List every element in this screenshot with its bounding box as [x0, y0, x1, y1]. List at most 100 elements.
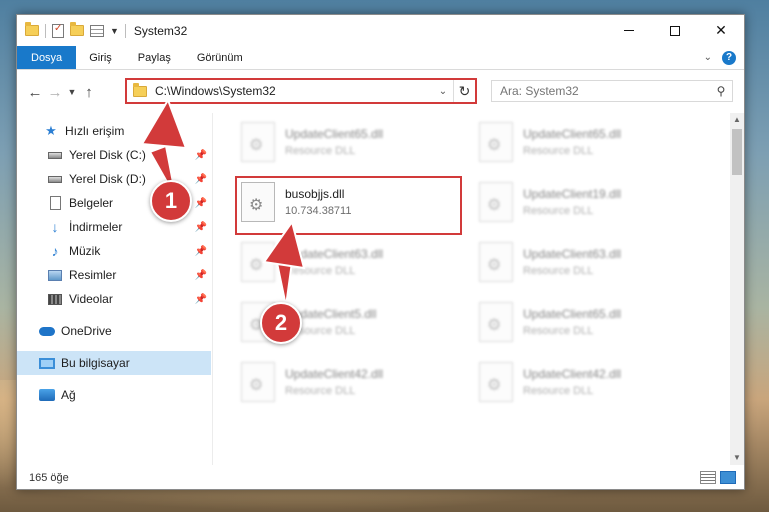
- help-icon[interactable]: ?: [722, 50, 736, 65]
- sidebar-item-label: Bu bilgisayar: [61, 356, 130, 370]
- window-controls: ✕: [606, 15, 744, 46]
- search-box[interactable]: ⚲: [491, 80, 733, 102]
- list-item[interactable]: UpdateClient63.dll Resource DLL: [479, 239, 621, 285]
- back-arrow-icon[interactable]: ←: [25, 84, 45, 101]
- minimize-button[interactable]: [606, 15, 652, 46]
- vertical-scrollbar[interactable]: ▲ ▼: [730, 113, 744, 465]
- file-explorer-window: ▼ System32 ✕ Dosya Giriş Paylaş Görünüm …: [16, 14, 745, 490]
- sidebar-item-label: İndirmeler: [69, 220, 123, 234]
- pin-icon[interactable]: 📌: [195, 270, 207, 281]
- sidebar-item-network[interactable]: Ağ: [39, 383, 211, 407]
- pin-icon[interactable]: 📌: [195, 222, 207, 233]
- sidebar-item-label: Belgeler: [69, 196, 114, 210]
- file-name: UpdateClient19.dll: [523, 187, 622, 201]
- network-icon: [39, 388, 55, 402]
- expand-ribbon-chevron-icon[interactable]: ⌄: [704, 52, 712, 63]
- view-toggles: [700, 471, 736, 484]
- star-icon: ★: [45, 123, 57, 138]
- list-item[interactable]: UpdateClient65.dll Resource DLL: [479, 299, 621, 345]
- recent-locations-chevron-icon[interactable]: ▼: [65, 87, 79, 97]
- sidebar-item-label: Ağ: [61, 388, 76, 402]
- search-input[interactable]: [500, 84, 710, 98]
- pin-icon[interactable]: 📌: [195, 174, 207, 185]
- sidebar-item-videos[interactable]: Videolar 📌: [47, 287, 211, 311]
- list-item[interactable]: UpdateClient65.dll Resource DLL: [241, 119, 383, 165]
- pin-icon[interactable]: 📌: [195, 150, 207, 161]
- new-folder-icon[interactable]: [70, 22, 84, 36]
- divider: [124, 23, 126, 38]
- sidebar-item-label: Videolar: [69, 292, 113, 306]
- pictures-icon: [47, 268, 63, 282]
- list-item[interactable]: UpdateClient42.dll Resource DLL: [241, 359, 383, 405]
- sidebar-item-label: Hızlı erişim: [65, 124, 125, 138]
- tab-view[interactable]: Görünüm: [184, 46, 256, 69]
- sidebar-item-label: Yerel Disk (D:): [69, 172, 146, 186]
- file-list: UpdateClient65.dll Resource DLL UpdateCli…: [221, 113, 731, 465]
- file-name: UpdateClient65.dll: [523, 307, 622, 321]
- list-item[interactable]: UpdateClient42.dll Resource DLL: [479, 359, 621, 405]
- sidebar-item-music[interactable]: ♪ Müzik 📌: [47, 239, 211, 263]
- address-dropdown-chevron-icon[interactable]: ⌄: [433, 86, 453, 97]
- file-name: UpdateClient63.dll: [285, 247, 384, 261]
- close-button[interactable]: ✕: [698, 15, 744, 46]
- sidebar-item-local-disk-c[interactable]: Yerel Disk (C:) 📌: [47, 143, 211, 167]
- dll-file-icon: [241, 122, 275, 162]
- file-type: Resource DLL: [285, 145, 356, 157]
- videos-icon: [47, 292, 63, 306]
- refresh-icon[interactable]: ↻: [453, 80, 475, 102]
- view-icon[interactable]: [90, 24, 104, 37]
- ribbon-right: ⌄ ?: [704, 46, 744, 69]
- dll-file-icon: [479, 362, 513, 402]
- scroll-up-icon[interactable]: ▲: [730, 113, 744, 127]
- up-arrow-icon[interactable]: ↑: [79, 84, 99, 101]
- sidebar-item-onedrive[interactable]: OneDrive: [39, 319, 211, 343]
- item-count: 165 öğe: [29, 472, 69, 484]
- file-type: Resource DLL: [523, 325, 594, 337]
- divider: [45, 23, 46, 38]
- address-path[interactable]: C:\Windows\System32: [155, 84, 433, 98]
- file-highlight-box: [235, 176, 462, 235]
- disk-icon: [47, 172, 63, 186]
- title-bar: ▼ System32 ✕: [17, 15, 744, 46]
- customize-toolbar-chevron-icon[interactable]: ▼: [110, 26, 119, 36]
- pin-icon[interactable]: 📌: [195, 246, 207, 257]
- properties-icon[interactable]: [52, 23, 64, 38]
- sidebar-item-pictures[interactable]: Resimler 📌: [47, 263, 211, 287]
- list-item[interactable]: UpdateClient65.dll Resource DLL: [479, 119, 621, 165]
- large-icons-view-icon[interactable]: [720, 471, 736, 484]
- file-type: Resource DLL: [523, 205, 594, 217]
- sidebar-item-quick-access[interactable]: ★ Hızlı erişim: [43, 119, 211, 143]
- music-icon: ♪: [51, 243, 59, 259]
- pin-icon[interactable]: 📌: [195, 294, 207, 305]
- ribbon-tabs: Dosya Giriş Paylaş Görünüm ⌄ ?: [17, 46, 744, 70]
- disk-icon: [47, 148, 63, 162]
- list-item[interactable]: UpdateClient63.dll Resource DLL: [241, 239, 383, 285]
- search-icon[interactable]: ⚲: [710, 84, 732, 98]
- tab-home[interactable]: Giriş: [76, 46, 125, 69]
- maximize-button[interactable]: [652, 15, 698, 46]
- quick-access-toolbar: ▼: [17, 22, 126, 38]
- scrollbar-thumb[interactable]: [732, 129, 742, 175]
- sidebar-item-downloads[interactable]: ↓ İndirmeler 📌: [47, 215, 211, 239]
- navigation-row: ← → ▼ ↑ C:\Windows\System32 ⌄ ↻ ⚲: [17, 78, 744, 106]
- file-name: UpdateClient42.dll: [523, 367, 622, 381]
- sidebar-item-this-pc[interactable]: Bu bilgisayar: [17, 351, 211, 375]
- pin-icon[interactable]: 📌: [195, 198, 207, 209]
- file-name: UpdateClient63.dll: [523, 247, 622, 261]
- details-view-icon[interactable]: [700, 471, 716, 484]
- sidebar-item-label: Yerel Disk (C:): [69, 148, 146, 162]
- folder-icon: [25, 22, 39, 36]
- file-type: Resource DLL: [523, 145, 594, 157]
- window-title: System32: [133, 23, 188, 38]
- onedrive-icon: [39, 324, 55, 338]
- tab-share[interactable]: Paylaş: [125, 46, 184, 69]
- tab-file[interactable]: Dosya: [17, 46, 77, 69]
- forward-arrow-icon[interactable]: →: [45, 84, 65, 101]
- list-item[interactable]: UpdateClient19.dll Resource DLL: [479, 179, 621, 225]
- dll-file-icon: [479, 242, 513, 282]
- maximize-icon: [670, 25, 680, 36]
- sidebar-item-label: Müzik: [69, 244, 101, 258]
- scroll-down-icon[interactable]: ▼: [730, 451, 744, 465]
- address-bar[interactable]: C:\Windows\System32 ⌄ ↻: [125, 78, 477, 104]
- folder-icon: [133, 82, 147, 97]
